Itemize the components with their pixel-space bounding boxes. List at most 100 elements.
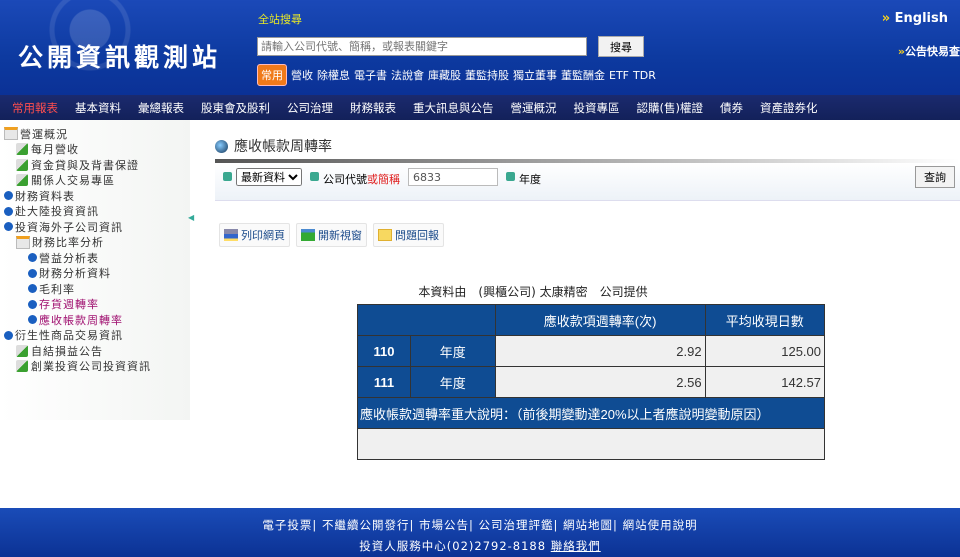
quick-link[interactable]: 獨立董事 xyxy=(513,67,557,83)
nav-item[interactable]: 認購(售)權證 xyxy=(637,100,703,116)
bullet-icon xyxy=(4,191,13,201)
site-logo[interactable]: 公開資訊觀測站 xyxy=(18,38,221,74)
footer-contact: 投資人服務中心(02)2792-8188 聯絡我們 xyxy=(359,539,601,553)
quick-link[interactable]: ETF xyxy=(609,69,629,82)
sidebar-item[interactable]: 財務比率分析 xyxy=(0,235,190,251)
footer-link[interactable]: 網站使用說明 xyxy=(623,518,698,532)
sidebar-item-label: 營益分析表 xyxy=(39,251,99,265)
sidebar-item-label: 自結損益公告 xyxy=(31,344,103,358)
sidebar-item[interactable]: 每月營收 xyxy=(0,142,190,158)
common-badge: 常用 xyxy=(257,64,287,86)
footer-link[interactable]: 電子投票 xyxy=(262,518,312,532)
data-range-select[interactable]: 最新資料 xyxy=(236,168,302,186)
nav-item[interactable]: 基本資料 xyxy=(75,100,121,116)
bullet-icon xyxy=(310,172,319,181)
company-code-input[interactable] xyxy=(408,168,498,186)
query-form: 最新資料 公司代號或簡稱 年度 查詢 xyxy=(215,163,960,201)
bullet-icon xyxy=(28,253,37,263)
new-window-button[interactable]: 開新視窗 xyxy=(296,223,367,247)
sidebar: 營運概況每月營收 資金貸與及背書保證 關係人交易專區 財務資料表 赴大陸投資資訊 投資海外… xyxy=(0,120,190,420)
footer-link[interactable]: 網站地圖 xyxy=(563,518,613,532)
print-button[interactable]: 列印網頁 xyxy=(219,223,290,247)
sidebar-item[interactable]: 營益分析表 xyxy=(0,250,190,266)
sidebar-item[interactable]: 財務分析資料 xyxy=(0,266,190,282)
search-input[interactable] xyxy=(257,37,587,56)
bullet-icon xyxy=(4,206,13,216)
bullet-icon xyxy=(28,315,37,325)
note-row: 應收帳款週轉率重大說明：（前後期變動達20%以上者應說明變動原因） xyxy=(357,397,825,429)
toolbar: 列印網頁 開新視窗 問題回報 xyxy=(219,223,960,247)
sidebar-item[interactable]: 衍生性商品交易資訊 xyxy=(0,328,190,344)
globe-icon xyxy=(215,139,228,153)
contact-us-link[interactable]: 聯絡我們 xyxy=(551,539,601,553)
bullet-icon xyxy=(506,172,515,181)
quick-link[interactable]: TDR xyxy=(633,69,656,82)
footer-link[interactable]: 不繼續公開發行 xyxy=(322,518,410,532)
bullet-icon xyxy=(4,330,13,340)
bullet-icon xyxy=(223,172,232,181)
main-content: 應收帳款周轉率 最新資料 公司代號或簡稱 年度 查詢 列印網頁 開新視窗 問題回… xyxy=(215,135,960,247)
sidebar-item-label: 關係人交易專區 xyxy=(31,174,115,188)
folder-icon xyxy=(16,235,30,249)
sidebar-item-label: 營運概況 xyxy=(20,127,68,141)
nav-item[interactable]: 重大訊息與公告 xyxy=(413,100,494,116)
download-arrow-icon xyxy=(16,143,28,156)
sidebar-item-label: 每月營收 xyxy=(31,143,79,157)
quick-link[interactable]: 營收 xyxy=(291,67,313,83)
folder-icon xyxy=(4,127,18,141)
nav-item[interactable]: 股東會及股利 xyxy=(201,100,270,116)
express-link[interactable]: »公告快易查 xyxy=(898,43,960,59)
sidebar-item[interactable]: 投資海外子公司資訊 xyxy=(0,219,190,235)
sidebar-item[interactable]: 關係人交易專區 xyxy=(0,173,190,189)
nav-item[interactable]: 財務報表 xyxy=(350,100,396,116)
quick-link[interactable]: 除權息 xyxy=(317,67,350,83)
sidebar-item-label: 財務比率分析 xyxy=(32,236,104,250)
sidebar-item[interactable]: 資金貸與及背書保證 xyxy=(0,157,190,173)
sidebar-item-label: 財務分析資料 xyxy=(39,267,111,281)
sidebar-item[interactable]: 營運概況 xyxy=(0,126,190,142)
feedback-button[interactable]: 問題回報 xyxy=(373,223,444,247)
search-button[interactable]: 搜尋 xyxy=(598,36,644,57)
sidebar-item-label: 資金貸與及背書保證 xyxy=(31,158,139,172)
quick-link[interactable]: 董監持股 xyxy=(465,67,509,83)
quick-link[interactable]: 董監酬金 xyxy=(561,67,605,83)
nav-item[interactable]: 彙總報表 xyxy=(138,100,184,116)
quick-links: 常用 營收 除權息 電子書 法說會 庫藏股 董監持股 獨立董事 董監酬金 ETF TDR xyxy=(257,64,656,86)
nav-item[interactable]: 債券 xyxy=(720,100,743,116)
quick-link[interactable]: 法說會 xyxy=(391,67,424,83)
sidebar-item-label: 赴大陸投資資訊 xyxy=(15,205,99,219)
sidebar-item[interactable]: 創業投資公司投資資訊 xyxy=(0,359,190,375)
separator: | xyxy=(312,518,322,532)
footer-link[interactable]: 公司治理評鑑 xyxy=(479,518,554,532)
nav-item[interactable]: 投資專區 xyxy=(574,100,620,116)
page-title: 應收帳款周轉率 xyxy=(215,135,960,157)
table-header-row: 應收款項週轉率(次) 平均收現日數 xyxy=(357,304,826,336)
year-label: 年度 xyxy=(519,173,541,186)
nav-item[interactable]: 營運概況 xyxy=(511,100,557,116)
sidebar-item[interactable]: 自結損益公告 xyxy=(0,343,190,359)
bullet-icon xyxy=(4,222,13,232)
quick-link[interactable]: 電子書 xyxy=(354,67,387,83)
sidebar-item[interactable]: 赴大陸投資資訊 xyxy=(0,204,190,220)
download-arrow-icon xyxy=(16,360,28,373)
footer-link[interactable]: 市場公告 xyxy=(419,518,469,532)
header: 公開資訊觀測站 全站搜尋 搜尋 常用營收除權息電子書法說會庫藏股董監持股獨立董事… xyxy=(0,0,960,95)
collapse-sidebar-icon[interactable]: ◀ xyxy=(188,213,194,222)
note-content-row xyxy=(357,428,825,460)
nav-item[interactable]: 常用報表 xyxy=(12,100,58,116)
footer-links: 電子投票| 不繼續公開發行| 市場公告| 公司治理評鑑| 網站地圖| 網站使用說… xyxy=(0,517,960,533)
data-provider: 本資料由 (興櫃公司) 太康精密 公司提供 xyxy=(418,285,648,299)
header-turnover: 應收款項週轉率(次) xyxy=(494,304,706,336)
bullet-icon xyxy=(28,268,37,278)
chevron-right-icon: » xyxy=(881,11,891,26)
sidebar-item[interactable]: 應收帳款周轉率 xyxy=(0,312,190,328)
header-blank xyxy=(357,304,496,336)
separator: | xyxy=(613,518,623,532)
nav-item[interactable]: 公司治理 xyxy=(287,100,333,116)
download-arrow-icon xyxy=(16,174,28,187)
english-link[interactable]: » English xyxy=(882,11,948,26)
query-button[interactable]: 查詢 xyxy=(915,166,955,188)
sidebar-item[interactable]: 財務資料表 xyxy=(0,188,190,204)
nav-item[interactable]: 資產證券化 xyxy=(760,100,818,116)
quick-link[interactable]: 庫藏股 xyxy=(428,67,461,83)
